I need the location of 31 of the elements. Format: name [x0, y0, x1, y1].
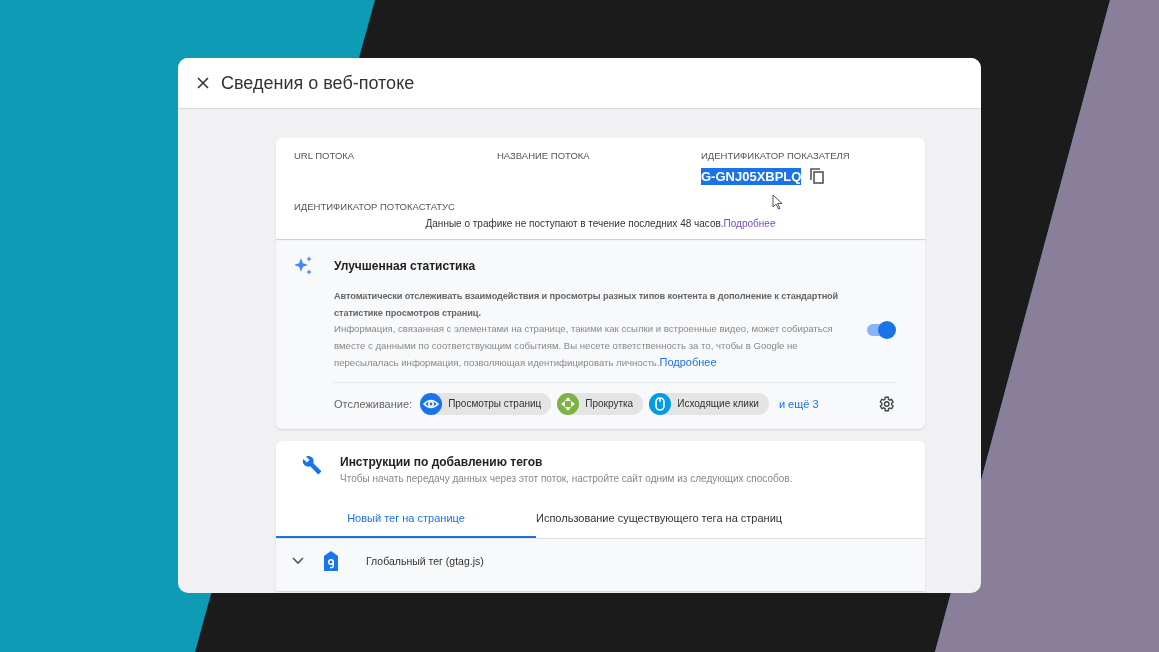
tracking-chip[interactable]: Исходящие клики — [649, 392, 769, 415]
learn-more-link[interactable]: Подробнее — [723, 218, 776, 229]
close-icon[interactable] — [197, 77, 209, 89]
tab[interactable]: Использование существующего тега на страниц — [536, 503, 783, 538]
section-title: Инструкции по добавлению тегов — [340, 454, 544, 469]
section-title: Улучшенная статистика — [334, 259, 476, 273]
chevron-icon[interactable] — [292, 556, 304, 565]
tracking-label: Отслеживание: — [334, 397, 413, 410]
field-label: ИДЕНТИФИКАТОР ПОТОКАСТАТУС — [294, 201, 455, 212]
toggle-switch[interactable] — [867, 323, 895, 336]
section-subtitle: Чтобы начать передачу данных через этот поток, настройте сайт одним из следующих способов. — [340, 472, 793, 484]
sparkle-icon — [294, 256, 314, 276]
dialog-title: Сведения о веб-потоке — [221, 72, 415, 94]
tag-icon — [324, 550, 338, 571]
tab[interactable]: Новый тег на странице — [276, 503, 536, 538]
info-text: Информация, связанная с элементами на странице, такими как ссылки и встроенные видео, может собираться вместе с данными по соответствующим событиям. Вы несете ответственность за то, чтобы в Google не пересылалась информация, позволяющая идентифицировать личность.Подробнее — [334, 322, 834, 370]
tracking-chip[interactable]: Просмотры страниц — [420, 392, 552, 415]
copy-icon[interactable] — [809, 167, 826, 185]
field-label: URL ПОТОКА — [294, 150, 356, 161]
wrench-icon — [302, 454, 322, 475]
field-label: НАЗВАНИЕ ПОТОКА — [497, 150, 591, 161]
cursor-icon — [772, 194, 783, 210]
learn-more-link[interactable]: Подробнее — [659, 356, 717, 368]
description-text: Автоматически отслеживать взаимодействия и просмотры разных типов контента в дополнение к стандартной статистике просмотров страниц. — [334, 290, 840, 320]
tracking-chip[interactable]: Прокрутка — [557, 392, 644, 415]
status-notice: Данные о трафике не поступают в течение последних 48 часов. — [425, 218, 724, 229]
field-label: ИДЕНТИФИКАТОР ПОКАЗАТЕЛЯ — [701, 150, 851, 161]
measurement-id: G-GNJ05XBPLQ — [701, 167, 802, 185]
more-link[interactable]: и ещё 3 — [778, 397, 819, 410]
settings-icon[interactable] — [877, 394, 895, 413]
row-label[interactable]: Глобальный тег (gtag.js) — [366, 554, 484, 567]
